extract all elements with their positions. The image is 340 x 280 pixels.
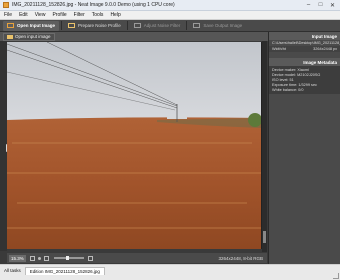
workflow-toolbar: Open Input Image Prepare Noise Profile A… bbox=[0, 20, 340, 32]
input-image-header: Input Image bbox=[269, 32, 340, 40]
resize-grip-icon[interactable] bbox=[333, 273, 339, 279]
toolbar-divider bbox=[186, 21, 188, 30]
menu-profile[interactable]: Profile bbox=[52, 12, 66, 18]
toolbar-divider bbox=[126, 21, 128, 30]
zoom-slider-knob[interactable] bbox=[65, 256, 69, 260]
close-button[interactable]: ✕ bbox=[327, 1, 338, 9]
status-bar: All tasks Edition IMG_20211128_152826.jp… bbox=[0, 264, 340, 280]
open-image-icon bbox=[7, 23, 14, 28]
image-info: 3264x2448, 8-bit RGB bbox=[218, 255, 263, 261]
tab-edition[interactable]: Edition IMG_20211128_152826.jpg bbox=[24, 267, 105, 275]
vertical-scrollbar[interactable] bbox=[262, 41, 267, 252]
menu-tools[interactable]: Tools bbox=[92, 12, 104, 18]
image-size-row: Width/ht 3264x2448 px bbox=[269, 46, 340, 52]
zoom-field[interactable]: 15.3% bbox=[9, 254, 26, 262]
metadata-list: Device maker: Xiaomi Device model: M2102… bbox=[269, 66, 340, 94]
fit-view-icon[interactable] bbox=[30, 255, 36, 261]
zoom-out-icon[interactable] bbox=[88, 255, 94, 261]
tab-prepare-noise-profile[interactable]: Prepare Noise Profile bbox=[64, 21, 125, 31]
tab-adjust-noise-filter[interactable]: Adjust Noise Filter bbox=[130, 21, 185, 31]
open-button-label: Open input image bbox=[15, 34, 51, 39]
metadata-item: White balance: 0/0 bbox=[272, 88, 304, 92]
side-panel: Input Image C:\Users\hallell\Desktop\IMG… bbox=[268, 32, 340, 264]
maximize-button[interactable]: □ bbox=[315, 1, 326, 9]
save-icon bbox=[193, 23, 201, 28]
zoom-in-icon[interactable] bbox=[44, 255, 50, 261]
toolbar-divider bbox=[61, 21, 63, 30]
window-controls: – □ ✕ bbox=[303, 1, 338, 9]
menu-file[interactable]: File bbox=[4, 12, 12, 18]
menu-edit[interactable]: Edit bbox=[19, 12, 28, 18]
image-viewer[interactable] bbox=[7, 42, 262, 249]
folder-icon bbox=[7, 34, 13, 39]
tab-label: Save Output Image bbox=[203, 23, 243, 28]
scrollbar-thumb[interactable] bbox=[263, 231, 266, 243]
menu-help[interactable]: Help bbox=[110, 12, 120, 18]
tab-label: Open Input Image bbox=[17, 23, 56, 28]
tab-label: Adjust Noise Filter bbox=[143, 23, 181, 28]
width-label: Width/ht bbox=[272, 47, 286, 51]
tab-label: Prepare Noise Profile bbox=[78, 23, 121, 28]
sub-toolbar: Open input image bbox=[0, 32, 268, 41]
minimize-button[interactable]: – bbox=[303, 1, 314, 9]
zoom-slider[interactable] bbox=[53, 256, 84, 260]
title-bar: IMG_20211128_152826.jpg - Neat Image 9.0… bbox=[0, 0, 340, 11]
open-input-image-button[interactable]: Open input image bbox=[3, 32, 55, 41]
profile-icon bbox=[68, 23, 76, 28]
tab-all-tasks[interactable]: All tasks bbox=[0, 267, 25, 274]
actual-size-icon[interactable] bbox=[38, 256, 42, 260]
image-metadata-header: Image Metadata bbox=[269, 58, 340, 66]
menu-view[interactable]: View bbox=[35, 12, 46, 18]
app-logo-icon bbox=[3, 2, 9, 8]
photo-preview bbox=[7, 42, 261, 249]
menu-bar: File Edit View Profile Filter Tools Help bbox=[0, 11, 340, 20]
menu-filter[interactable]: Filter bbox=[74, 12, 85, 18]
width-value: 3264x2448 px bbox=[313, 47, 337, 51]
filter-icon bbox=[133, 23, 141, 28]
tab-save-output-image[interactable]: Save Output Image bbox=[189, 21, 246, 31]
viewer-bottom-bar: 15.3% 3264x2448, 8-bit RGB bbox=[7, 253, 267, 263]
tab-open-input-image[interactable]: Open Input Image bbox=[3, 20, 60, 31]
window-title: IMG_20211128_152826.jpg - Neat Image 9.0… bbox=[12, 2, 175, 8]
